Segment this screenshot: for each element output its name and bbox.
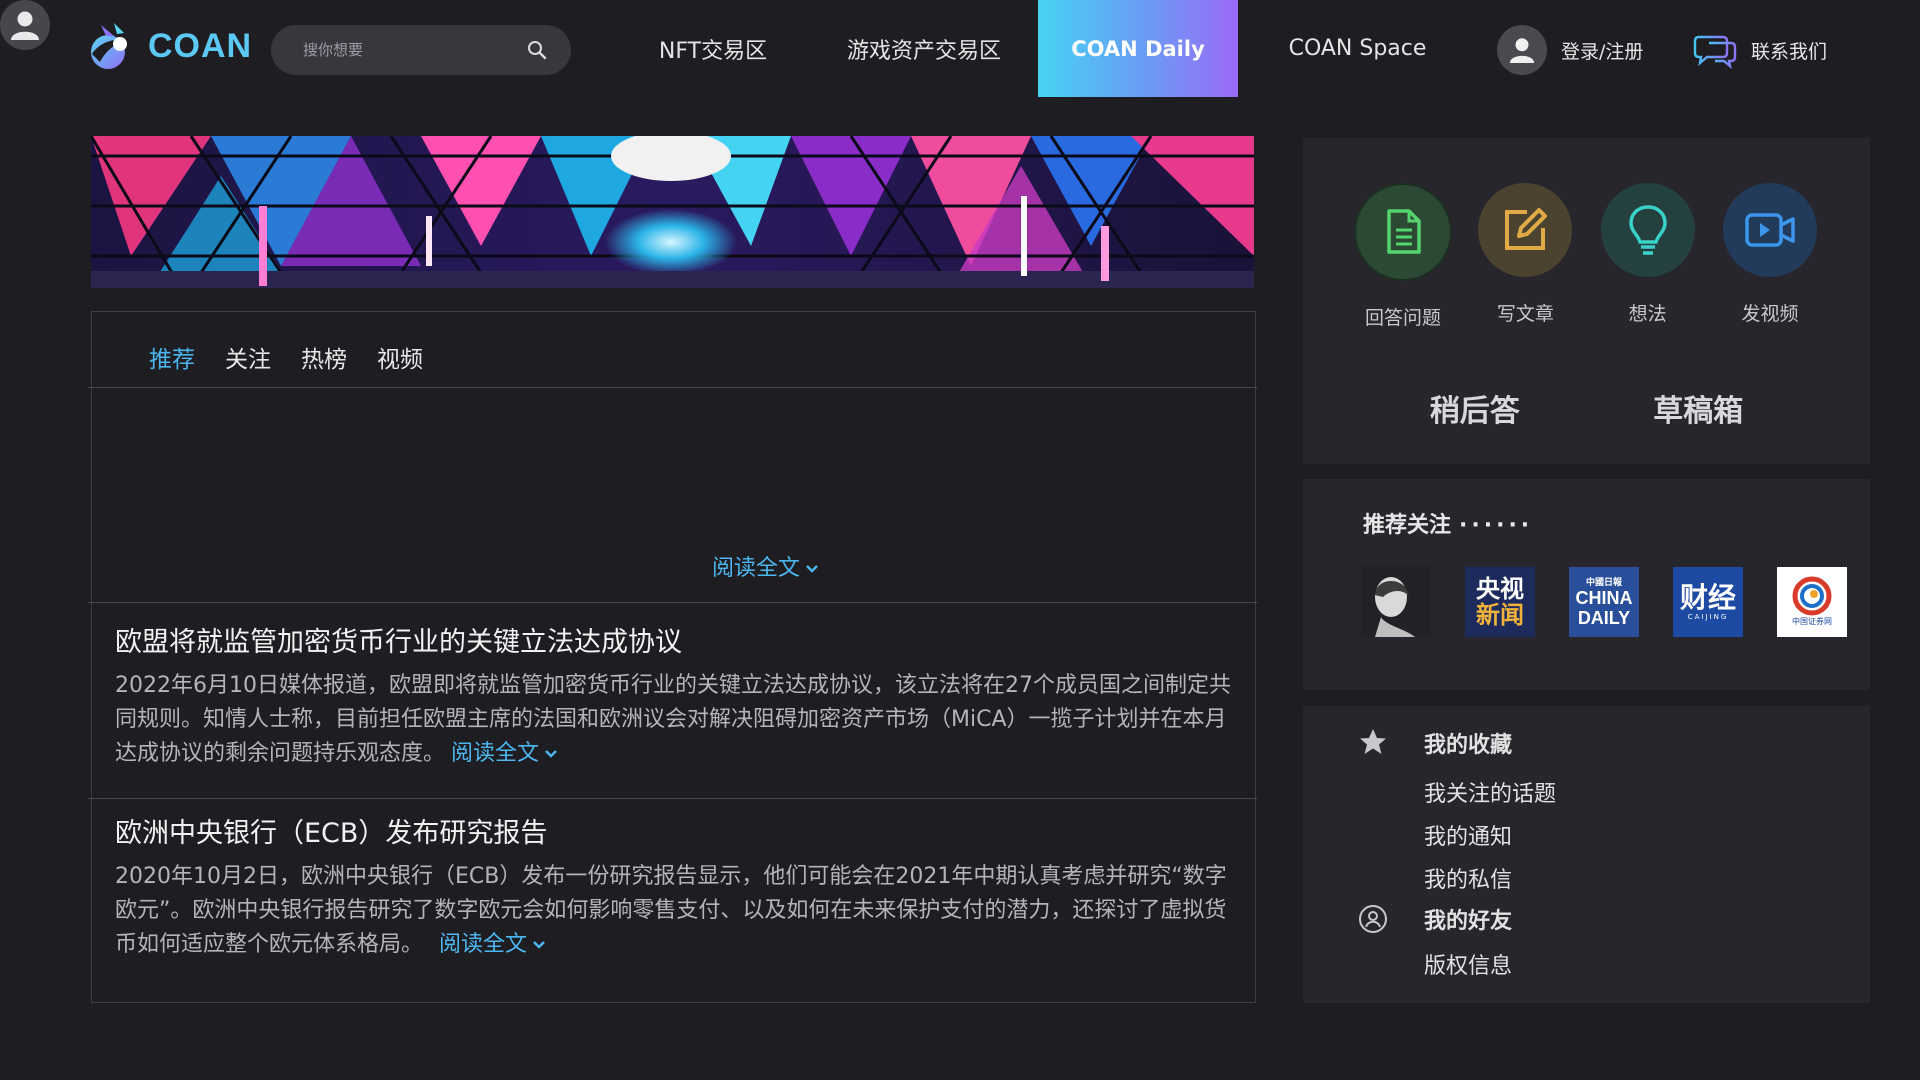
recommend-title-label: 推荐关注 bbox=[1363, 513, 1452, 538]
menu-friends[interactable]: 我的好友 bbox=[1424, 903, 1512, 935]
recommend-title: 推荐关注 ······ bbox=[1363, 507, 1533, 539]
hero-banner[interactable] bbox=[91, 136, 1254, 288]
action-label: 想法 bbox=[1628, 303, 1667, 325]
document-icon bbox=[1387, 209, 1421, 254]
chevron-down-icon bbox=[533, 941, 545, 949]
tab-trending[interactable]: 热榜 bbox=[301, 340, 347, 374]
nav-coan-space[interactable]: COAN Space bbox=[1270, 0, 1445, 97]
search-icon[interactable] bbox=[527, 40, 547, 60]
recommend-logos: 央视 新闻 中國日報 CHINA DAILY 财经 CAIJING 中国证券网 bbox=[1361, 567, 1847, 637]
article-summary: 2022年6月10日媒体报道，欧盟即将就监管加密货币行业的关键立法达成协议，该立… bbox=[115, 669, 1233, 771]
article-body: 2022年6月10日媒体报道，欧盟即将就监管加密货币行业的关键立法达成协议，该立… bbox=[115, 673, 1231, 766]
recommend-caijing[interactable]: 财经 CAIJING bbox=[1673, 567, 1743, 637]
nav-game-assets[interactable]: 游戏资产交易区 bbox=[828, 0, 1020, 97]
divider bbox=[88, 602, 1257, 603]
readmore-link[interactable]: 阅读全文 bbox=[451, 741, 559, 766]
article-summary: 2020年10月2日，欧洲中央银行（ECB）发布一份研究报告显示，他们可能会在2… bbox=[115, 860, 1233, 962]
readmore-label: 阅读全文 bbox=[451, 741, 540, 766]
avatar[interactable] bbox=[0, 0, 50, 50]
cnstock-logo-text: 中国证券网 bbox=[1792, 617, 1832, 626]
tabs-divider bbox=[88, 387, 1257, 388]
readmore-label: 阅读全文 bbox=[712, 556, 801, 581]
portrait-image bbox=[1361, 567, 1431, 637]
edit-icon bbox=[1505, 208, 1548, 250]
menu-copyright[interactable]: 版权信息 bbox=[1424, 948, 1512, 980]
readmore-label: 阅读全文 bbox=[439, 932, 528, 957]
user-icon bbox=[1509, 38, 1535, 63]
china-daily-logo-text: 中國日報 bbox=[1585, 576, 1622, 587]
nav-nft-market[interactable]: NFT交易区 bbox=[640, 0, 786, 97]
logo-text: COAN bbox=[148, 26, 253, 65]
coan-logo-icon bbox=[91, 23, 127, 69]
create-panel: 回答问题 写文章 想法 发视频 稍后答 草稿箱 bbox=[1303, 138, 1870, 464]
write-article-button[interactable]: 写文章 bbox=[1465, 183, 1585, 330]
action-label: 回答问题 bbox=[1364, 307, 1441, 329]
menu-followed-topics[interactable]: 我关注的话题 bbox=[1424, 776, 1556, 808]
chevron-down-icon bbox=[545, 750, 557, 758]
answer-later-link[interactable]: 稍后答 bbox=[1430, 386, 1520, 430]
tab-following[interactable]: 关注 bbox=[225, 340, 271, 374]
article-body: 2020年10月2日，欧洲中央银行（ECB）发布一份研究报告显示，他们可能会在2… bbox=[115, 864, 1227, 957]
feed-tabs: 推荐 关注 热榜 视频 bbox=[149, 340, 423, 374]
banner-image bbox=[91, 136, 1254, 288]
article-title[interactable]: 欧洲中央银行（ECB）发布研究报告 bbox=[115, 816, 1233, 852]
recommend-cnstock[interactable]: 中国证券网 bbox=[1777, 567, 1847, 637]
menu-notifications[interactable]: 我的通知 bbox=[1424, 819, 1512, 851]
feed-panel: 推荐 关注 热榜 视频 阅读全文 欧盟将就监管加密货币行业的关键立法达成协议 2… bbox=[88, 311, 1257, 1003]
readmore-link[interactable]: 阅读全文 bbox=[439, 932, 547, 957]
login-register[interactable]: 登录/注册 bbox=[1497, 25, 1643, 75]
recommend-cctv-news[interactable]: 央视 新闻 bbox=[1465, 567, 1535, 637]
tab-video[interactable]: 视频 bbox=[377, 340, 423, 374]
action-icon-circle bbox=[1354, 183, 1452, 281]
drafts-link[interactable]: 草稿箱 bbox=[1653, 386, 1743, 430]
friends-icon bbox=[1358, 904, 1388, 938]
answer-question-button[interactable]: 回答问题 bbox=[1343, 183, 1463, 330]
cctv-logo-text: 新闻 bbox=[1476, 601, 1524, 629]
china-daily-logo-text: DAILY bbox=[1577, 607, 1631, 628]
recommend-china-daily[interactable]: 中國日報 CHINA DAILY bbox=[1569, 567, 1639, 637]
article-title[interactable]: 欧盟将就监管加密货币行业的关键立法达成协议 bbox=[115, 625, 1233, 661]
action-icon-circle bbox=[1722, 183, 1817, 277]
menu-favorites[interactable]: 我的收藏 bbox=[1424, 727, 1512, 759]
video-icon bbox=[1745, 213, 1795, 247]
article-card[interactable]: 欧盟将就监管加密货币行业的关键立法达成协议 2022年6月10日媒体报道，欧盟即… bbox=[115, 625, 1233, 771]
more-dots[interactable]: ······ bbox=[1459, 513, 1533, 538]
search-input[interactable] bbox=[301, 40, 527, 60]
china-daily-logo-text: CHINA bbox=[1575, 587, 1633, 608]
recommend-panel: 推荐关注 ······ 央视 新闻 中國日報 CHINA DAILY 财经 CAI… bbox=[1303, 479, 1870, 690]
cnstock-emblem bbox=[1792, 576, 1832, 616]
nav-coan-daily[interactable]: COAN Daily bbox=[1038, 0, 1238, 97]
search-bar[interactable] bbox=[271, 25, 571, 75]
action-label: 发视频 bbox=[1741, 303, 1799, 325]
cctv-logo-text: 央视 bbox=[1476, 575, 1524, 603]
login-label: 登录/注册 bbox=[1561, 40, 1644, 63]
readmore-link[interactable]: 阅读全文 bbox=[712, 550, 820, 582]
recommend-portrait[interactable] bbox=[1361, 567, 1431, 637]
star-icon bbox=[1358, 727, 1388, 761]
quick-links: 稍后答 草稿箱 bbox=[1303, 386, 1870, 430]
article-card[interactable]: 欧洲中央银行（ECB）发布研究报告 2020年10月2日，欧洲中央银行（ECB）… bbox=[115, 816, 1233, 962]
action-icon-circle bbox=[1478, 183, 1573, 277]
caijing-logo-text: 财经 bbox=[1679, 581, 1736, 614]
create-actions: 回答问题 写文章 想法 发视频 bbox=[1343, 183, 1830, 330]
contact-label: 联系我们 bbox=[1751, 40, 1828, 63]
divider bbox=[88, 798, 1257, 799]
tab-recommended[interactable]: 推荐 bbox=[149, 340, 195, 374]
lightbulb-icon bbox=[1628, 205, 1667, 255]
chevron-down-icon bbox=[806, 565, 818, 573]
post-video-button[interactable]: 发视频 bbox=[1710, 183, 1830, 330]
contact-us[interactable]: 联系我们 bbox=[1693, 31, 1827, 69]
user-icon bbox=[11, 11, 39, 40]
idea-button[interactable]: 想法 bbox=[1588, 183, 1708, 330]
menu-messages[interactable]: 我的私信 bbox=[1424, 862, 1512, 894]
action-label: 写文章 bbox=[1496, 303, 1554, 325]
chat-icon bbox=[1693, 35, 1737, 69]
coan-logo[interactable]: COAN bbox=[84, 20, 252, 72]
user-avatar bbox=[1497, 25, 1547, 75]
action-icon-circle bbox=[1600, 183, 1695, 277]
caijing-logo-text: CAIJING bbox=[1687, 613, 1729, 621]
personal-menu: 我的收藏 我关注的话题 我的通知 我的私信 我的好友 版权信息 bbox=[1303, 706, 1870, 1003]
